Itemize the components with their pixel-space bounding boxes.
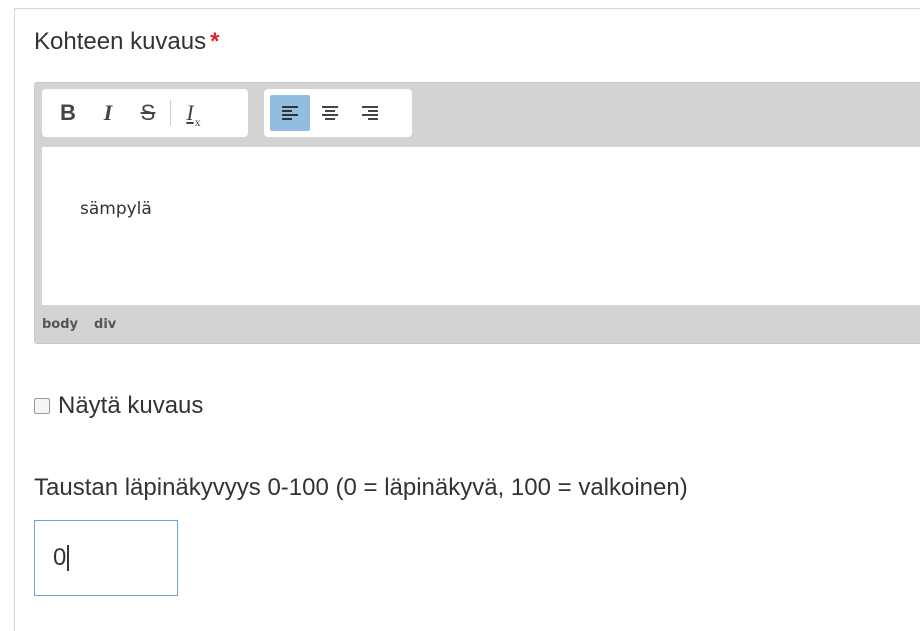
show-description-label: Näytä kuvaus (58, 392, 204, 419)
show-description-option[interactable]: Näytä kuvaus (34, 392, 203, 420)
align-center-icon (322, 106, 338, 120)
strikethrough-button[interactable]: S (128, 95, 168, 131)
bold-button[interactable]: B (48, 95, 88, 131)
remove-format-button[interactable]: Ix (173, 95, 213, 131)
align-right-icon (362, 106, 378, 120)
opacity-input[interactable]: 0 (34, 520, 178, 596)
align-left-icon (282, 106, 298, 120)
align-center-button[interactable] (310, 95, 350, 131)
rich-text-editor: B I S Ix sämpylä body div (34, 82, 920, 344)
toolbar-group-format: B I S Ix (42, 89, 248, 137)
show-description-checkbox[interactable] (34, 398, 50, 414)
italic-button[interactable]: I (88, 95, 128, 131)
path-item-body[interactable]: body (42, 317, 78, 332)
text-caret (67, 545, 70, 571)
editor-content-area[interactable]: sämpylä (42, 147, 920, 305)
align-left-button[interactable] (270, 95, 310, 131)
required-mark: * (210, 28, 220, 55)
opacity-label: Taustan läpinäkyvyys 0-100 (0 = läpinäky… (34, 474, 688, 501)
path-item-div[interactable]: div (94, 317, 116, 332)
editor-content-text: sämpylä (80, 199, 152, 219)
element-path: body div (42, 317, 132, 332)
description-label: Kohteen kuvaus * (34, 28, 219, 56)
toolbar-group-align (264, 89, 412, 137)
opacity-input-value: 0 (53, 544, 67, 571)
description-label-text: Kohteen kuvaus (34, 28, 207, 55)
toolbar-separator (170, 100, 171, 126)
align-right-button[interactable] (350, 95, 390, 131)
remove-format-icon: Ix (186, 100, 201, 129)
